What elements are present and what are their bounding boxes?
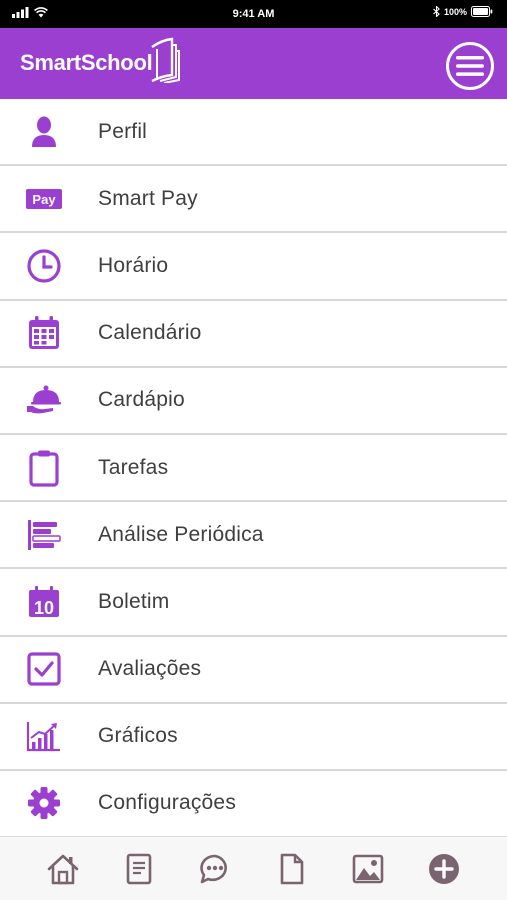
tab-notes[interactable]: [117, 847, 161, 891]
chat-icon: [200, 854, 228, 883]
menu-item-analise-periodica[interactable]: Análise Periódica: [0, 502, 507, 570]
menu-item-horario[interactable]: Horário: [0, 233, 507, 301]
book-icon: [151, 37, 181, 83]
menu-item-boletim[interactable]: 10 Boletim: [0, 569, 507, 637]
tab-image[interactable]: [346, 847, 390, 891]
menu-item-label: Configurações: [98, 791, 237, 815]
image-icon: [352, 854, 384, 883]
hamburger-menu-button[interactable]: [446, 42, 494, 90]
menu-item-label: Boletim: [98, 589, 170, 613]
growth-chart-icon: [24, 716, 64, 756]
menu-item-label: Análise Periódica: [98, 522, 264, 546]
brand-text: SmartSchool: [20, 50, 153, 75]
tab-chat[interactable]: [193, 847, 237, 891]
bottom-tab-bar: [0, 836, 507, 900]
menu-item-smart-pay[interactable]: Pay Smart Pay: [0, 166, 507, 234]
menu-item-label: Gráficos: [98, 724, 178, 748]
bluetooth-icon: [433, 6, 440, 17]
notes-icon: [126, 853, 152, 884]
battery-percent: 100%: [443, 6, 467, 17]
gear-icon: [24, 783, 64, 823]
menu-item-avaliacoes[interactable]: Avaliações: [0, 636, 507, 704]
tab-home[interactable]: [41, 847, 85, 891]
clock-icon: [24, 246, 64, 286]
menu-item-label: Calendário: [98, 321, 202, 345]
menu-item-graficos[interactable]: Gráficos: [0, 703, 507, 771]
status-right: 100%: [433, 6, 493, 17]
report-card-icon-text: 10: [34, 598, 54, 618]
serving-dish-icon: [24, 380, 64, 420]
menu-item-label: Perfil: [98, 119, 148, 143]
menu-item-cardapio[interactable]: Cardápio: [0, 367, 507, 435]
hamburger-icon: [456, 56, 484, 76]
menu-item-tarefas[interactable]: Tarefas: [0, 434, 507, 503]
checkbox-icon: [24, 649, 64, 689]
app-header: SmartSchool: [0, 28, 507, 99]
tab-add[interactable]: [422, 847, 466, 891]
menu-item-label: Smart Pay: [98, 186, 198, 210]
menu-item-label: Tarefas: [98, 455, 169, 479]
status-bar: 9:41 AM 100%: [0, 0, 507, 28]
brand-logo: SmartSchool: [20, 37, 181, 88]
status-time: 9:41 AM: [232, 8, 275, 20]
document-icon: [280, 853, 303, 884]
clipboard-icon: [24, 448, 64, 488]
bar-list-icon: [24, 515, 64, 555]
battery-icon: [471, 6, 493, 17]
pay-icon-text: Pay: [32, 192, 56, 207]
home-icon: [47, 854, 79, 884]
menu-list: Perfil Pay Smart Pay Horário Calendário …: [0, 99, 507, 839]
calendar-icon: [24, 313, 64, 353]
menu-item-perfil[interactable]: Perfil: [0, 99, 507, 167]
pay-icon: Pay: [24, 179, 64, 219]
menu-item-configuracoes[interactable]: Configurações: [0, 770, 507, 839]
tab-document[interactable]: [270, 847, 314, 891]
menu-item-label: Horário: [98, 253, 169, 277]
menu-item-calendario[interactable]: Calendário: [0, 300, 507, 368]
menu-item-label: Cardápio: [98, 388, 185, 412]
report-card-icon: 10: [24, 582, 64, 622]
user-icon: [24, 112, 64, 152]
add-icon: [428, 853, 459, 884]
menu-item-label: Avaliações: [98, 657, 202, 681]
